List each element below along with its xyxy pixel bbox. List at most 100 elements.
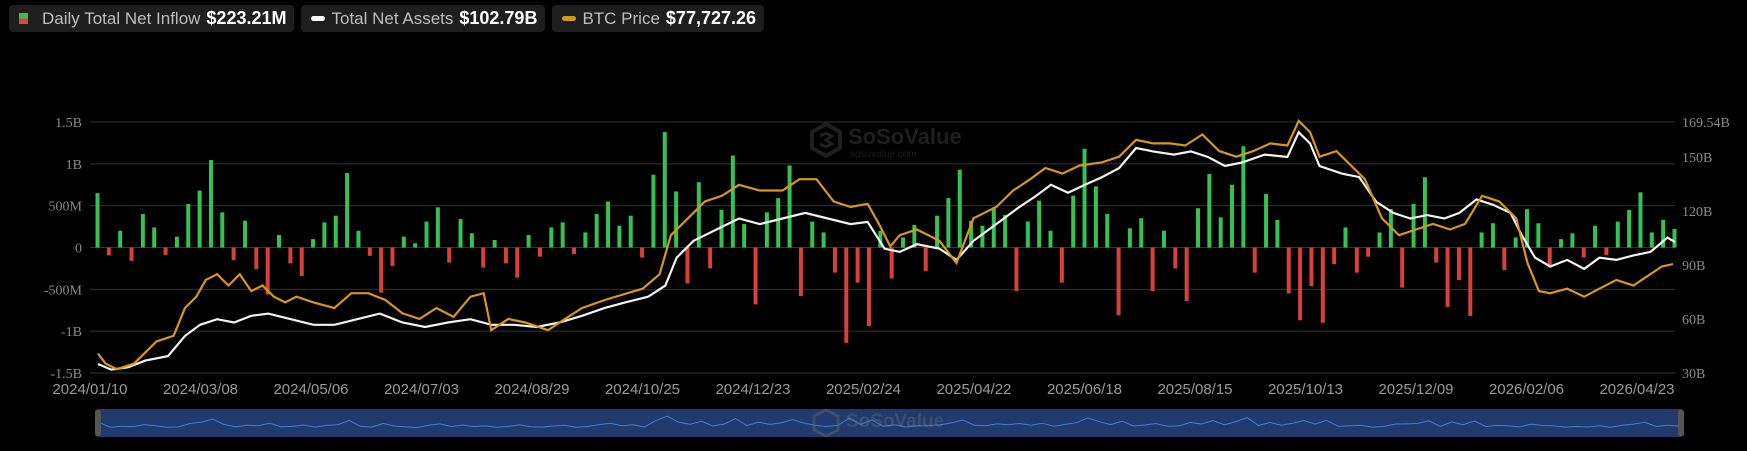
inflow-bar bbox=[901, 237, 906, 248]
outflow-bar bbox=[447, 247, 452, 263]
inflow-bar bbox=[821, 232, 826, 248]
inflow-bar bbox=[1513, 237, 1518, 248]
left-axis-tick-label: -1B bbox=[61, 325, 82, 340]
left-axis-tick-label: 500M bbox=[49, 200, 83, 215]
inflow-bar bbox=[583, 232, 588, 248]
inflow-bar bbox=[1479, 232, 1484, 248]
outflow-bar bbox=[1252, 247, 1257, 273]
outflow-bar bbox=[1502, 247, 1507, 271]
right-axis-tick-label: 30B bbox=[1682, 367, 1705, 382]
right-axis-tick-label: 60B bbox=[1682, 313, 1705, 328]
inflow-bar bbox=[186, 203, 191, 248]
outflow-bar bbox=[1309, 247, 1314, 286]
outflow-bar bbox=[265, 247, 270, 295]
inflow-bar bbox=[810, 221, 815, 248]
inflow-bar bbox=[1570, 233, 1575, 248]
inflow-bar bbox=[957, 169, 962, 248]
x-axis-tick-label: 2025/06/18 bbox=[1047, 381, 1122, 398]
outflow-bar bbox=[1468, 247, 1473, 317]
x-axis-tick-label: 2026/02/06 bbox=[1489, 381, 1564, 398]
sosovalue-logo-icon bbox=[810, 121, 842, 159]
outflow-bar bbox=[923, 247, 928, 271]
inflow-bar bbox=[787, 165, 792, 248]
x-axis-tick-label: 2024/01/10 bbox=[52, 381, 127, 398]
outflow-bar bbox=[866, 247, 871, 327]
outflow-bar bbox=[1184, 247, 1189, 302]
watermark: SoSoValue sosovalue.com bbox=[810, 121, 962, 160]
right-axis: 169.54B 150B 120B 90B 60B 30B bbox=[1682, 116, 1730, 382]
outflow-bar bbox=[1173, 247, 1178, 269]
inflow-bar bbox=[1422, 177, 1427, 248]
x-axis-tick-label: 2025/10/13 bbox=[1268, 381, 1343, 398]
inflow-bar bbox=[1593, 225, 1598, 248]
outflow-bar bbox=[254, 247, 259, 270]
inflow-bar bbox=[1615, 221, 1620, 248]
inflow-bar bbox=[1195, 208, 1200, 248]
inflow-bar bbox=[1048, 230, 1053, 248]
inflow-bar bbox=[345, 173, 350, 248]
left-axis: 1.5B 1B 500M 0 -500M -1B -1.5B bbox=[44, 116, 83, 382]
inflow-bar bbox=[492, 239, 497, 248]
outflow-bar bbox=[1456, 247, 1461, 281]
navigator-right-handle[interactable] bbox=[1678, 410, 1684, 436]
watermark-url: sosovalue.com bbox=[850, 149, 917, 160]
inflow-bar bbox=[674, 191, 679, 248]
outflow-bar bbox=[537, 247, 542, 257]
inflow-bar bbox=[1230, 184, 1235, 248]
inflow-bar bbox=[208, 160, 213, 248]
outflow-bar bbox=[106, 247, 111, 256]
right-axis-tick-label: 150B bbox=[1682, 151, 1712, 166]
outflow-bar bbox=[1286, 247, 1291, 294]
outflow-bar bbox=[515, 247, 520, 278]
x-axis-tick-label: 2026/04/23 bbox=[1599, 381, 1674, 398]
navigator[interactable]: SoSoValue bbox=[95, 408, 1684, 438]
outflow-bar bbox=[1320, 247, 1325, 323]
outflow-bar bbox=[299, 247, 304, 276]
etf-flow-chart[interactable]: SoSoValue sosovalue.com 1.5B 1B 500M 0 -500M… bbox=[0, 0, 1747, 451]
x-axis-tick-label: 2024/03/08 bbox=[163, 381, 238, 398]
outflow-bar bbox=[1400, 247, 1405, 288]
outflow-bar bbox=[798, 247, 803, 297]
outflow-bar bbox=[231, 247, 236, 261]
inflow-bar bbox=[197, 190, 202, 248]
outflow-bar bbox=[640, 247, 645, 258]
outflow-bar bbox=[832, 247, 837, 273]
navigator-left-handle[interactable] bbox=[95, 410, 101, 436]
left-axis-tick-label: -1.5B bbox=[51, 367, 83, 382]
inflow-bar bbox=[1105, 214, 1110, 248]
inflow-bar bbox=[174, 236, 179, 248]
outflow-bar bbox=[163, 247, 168, 256]
outflow-bar bbox=[708, 247, 713, 269]
outflow-bar bbox=[855, 247, 860, 283]
inflow-bar bbox=[594, 214, 599, 248]
inflow-bar bbox=[651, 174, 656, 248]
outflow-bar bbox=[367, 247, 372, 256]
inflow-bar bbox=[1649, 232, 1654, 248]
x-axis-tick-label: 2025/08/15 bbox=[1157, 381, 1232, 398]
outflow-bar bbox=[1298, 247, 1303, 321]
inflow-bar bbox=[526, 234, 531, 248]
outflow-bar bbox=[481, 247, 486, 268]
left-axis-tick-label: 1.5B bbox=[55, 116, 82, 131]
x-axis-tick-label: 2024/08/29 bbox=[494, 381, 569, 398]
outflow-bar bbox=[1604, 247, 1609, 256]
x-axis-tick-label: 2024/10/25 bbox=[605, 381, 680, 398]
outflow-bar bbox=[1014, 247, 1019, 292]
inflow-bar bbox=[935, 215, 940, 248]
inflow-bar bbox=[764, 212, 769, 248]
navigator-watermark-brand: SoSoValue bbox=[846, 411, 944, 432]
inflow-bar bbox=[1638, 192, 1643, 248]
inflow-bar bbox=[469, 233, 474, 248]
x-axis-tick-label: 2025/12/09 bbox=[1378, 381, 1453, 398]
outflow-bar bbox=[1116, 247, 1121, 316]
left-axis-tick-label: -500M bbox=[44, 283, 83, 298]
outflow-bar bbox=[1581, 247, 1586, 258]
right-axis-tick-label: 120B bbox=[1682, 205, 1712, 220]
inflow-bar bbox=[1377, 232, 1382, 248]
outflow-bar bbox=[572, 247, 577, 255]
outflow-bar bbox=[685, 247, 690, 284]
inflow-bar bbox=[628, 215, 633, 248]
x-axis-tick-label: 2025/02/24 bbox=[826, 381, 901, 398]
inflow-bar bbox=[1139, 218, 1144, 248]
inflow-bar bbox=[458, 219, 463, 248]
